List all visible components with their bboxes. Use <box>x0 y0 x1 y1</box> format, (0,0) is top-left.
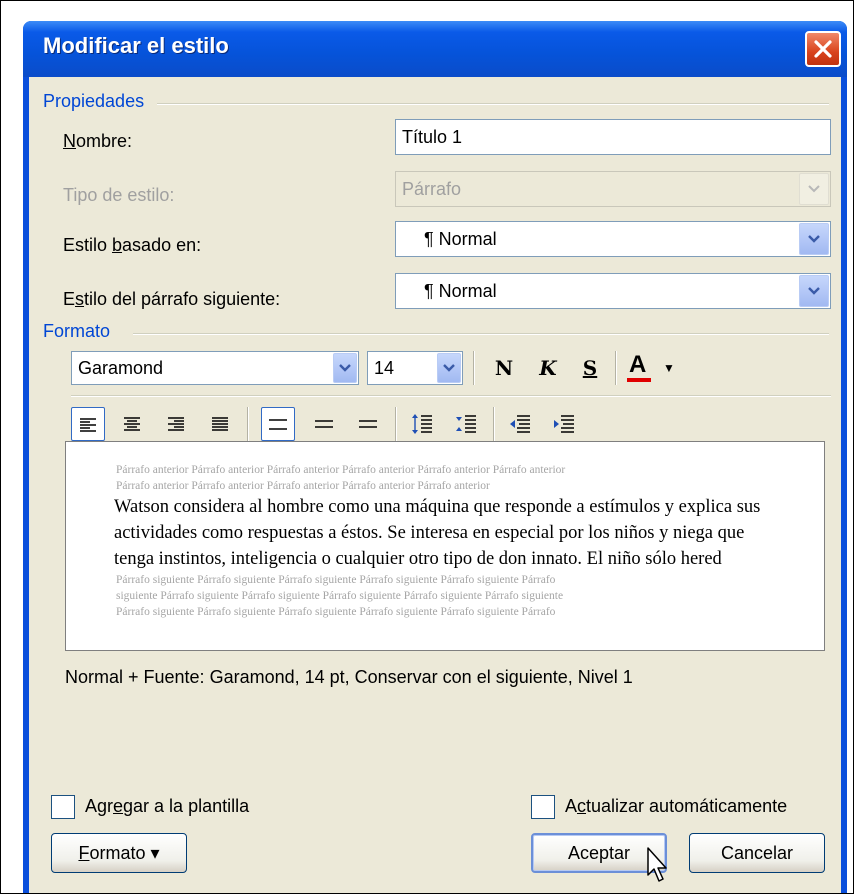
align-right-icon <box>168 417 184 431</box>
cancel-button[interactable]: Cancelar <box>689 833 825 873</box>
double-spacing-button[interactable] <box>351 407 385 441</box>
toolbar-separator <box>395 407 397 441</box>
italic-button[interactable]: K <box>531 351 565 385</box>
close-icon <box>814 40 832 58</box>
chevron-down-icon <box>339 364 351 372</box>
decrease-paragraph-spacing-icon <box>456 415 476 433</box>
font-size-dropdown-button[interactable] <box>437 353 461 383</box>
preview-previous-line: Párrafo anterior Párrafo anterior Párraf… <box>116 480 490 492</box>
font-color-button[interactable]: A ▼ <box>625 351 685 385</box>
decrease-spacing-button[interactable] <box>449 407 483 441</box>
toolbar-separator <box>615 351 617 385</box>
one-half-spacing-button[interactable] <box>307 407 341 441</box>
preview-sample-text: Watson considera al hombre como una máqu… <box>114 497 761 569</box>
single-spacing-icon <box>269 419 287 430</box>
preview-previous-line: Párrafo anterior Párrafo anterior Párraf… <box>116 464 566 476</box>
increase-paragraph-spacing-icon <box>412 414 432 434</box>
preview-next-line: Párrafo siguiente Párrafo siguiente Párr… <box>116 574 556 586</box>
next-paragraph-select[interactable]: ¶ Normal <box>395 273 831 309</box>
based-on-label: Estilo basado en: <box>63 235 202 255</box>
style-description: Normal + Fuente: Garamond, 14 pt, Conser… <box>65 667 633 687</box>
screenshot-frame: Modificar el estilo Propiedades Nombre: … <box>0 0 854 894</box>
single-spacing-button[interactable] <box>261 407 295 441</box>
chevron-down-icon <box>808 185 820 193</box>
format-menu-button[interactable]: Formato ▾ <box>51 833 187 873</box>
add-to-template-label[interactable]: Agregar a la plantilla <box>85 796 249 817</box>
one-half-spacing-icon <box>315 420 333 428</box>
font-select[interactable]: Garamond <box>71 351 359 385</box>
mouse-cursor-icon <box>647 847 667 882</box>
double-spacing-icon <box>359 420 377 428</box>
justify-icon <box>212 417 228 431</box>
font-color-icon: A <box>629 351 647 378</box>
dialog-title: Modificar el estilo <box>43 33 229 58</box>
align-center-icon <box>124 417 140 431</box>
title-bar[interactable]: Modificar el estilo <box>23 21 847 77</box>
align-center-button[interactable] <box>115 407 149 441</box>
decrease-indent-icon <box>510 415 530 433</box>
underline-button[interactable]: S <box>573 351 607 385</box>
preview-next-line: siguiente Párrafo siguiente Párrafo sigu… <box>116 590 564 602</box>
auto-update-label[interactable]: Actualizar automáticamente <box>565 796 787 817</box>
style-type-select: Párrafo <box>395 171 831 207</box>
dropdown-arrow-icon: ▼ <box>663 361 675 375</box>
toolbar-row-divider <box>71 395 831 397</box>
properties-divider <box>157 103 829 105</box>
toolbar-separator <box>493 407 495 441</box>
dropdown-arrow-icon: ▾ <box>150 843 160 863</box>
close-button[interactable] <box>805 31 841 67</box>
font-dropdown-button[interactable] <box>333 353 357 383</box>
auto-update-checkbox[interactable] <box>531 795 555 819</box>
chevron-down-icon <box>808 287 820 295</box>
font-size-select[interactable]: 14 <box>367 351 463 385</box>
name-input[interactable]: Título 1 <box>395 119 831 155</box>
format-group-label: Formato <box>43 321 111 341</box>
increase-spacing-button[interactable] <box>405 407 439 441</box>
format-divider <box>133 333 829 335</box>
preview-next-line: Párrafo siguiente Párrafo siguiente Párr… <box>116 606 556 618</box>
based-on-select[interactable]: ¶ Normal <box>395 221 831 257</box>
style-type-label: Tipo de estilo: <box>63 185 175 205</box>
next-paragraph-value: ¶ Normal <box>424 281 497 301</box>
name-label: Nombre: <box>63 131 133 151</box>
based-on-value: ¶ Normal <box>424 229 497 249</box>
next-paragraph-dropdown-button[interactable] <box>799 275 829 307</box>
properties-group-label: Propiedades <box>43 91 145 111</box>
increase-indent-button[interactable] <box>547 407 581 441</box>
decrease-indent-button[interactable] <box>503 407 537 441</box>
chevron-down-icon <box>443 364 455 372</box>
chevron-down-icon <box>808 235 820 243</box>
align-right-button[interactable] <box>159 407 193 441</box>
font-color-swatch <box>627 378 651 382</box>
based-on-dropdown-button[interactable] <box>799 223 829 255</box>
next-paragraph-label: Estilo del párrafo siguiente: <box>63 289 281 309</box>
align-left-button[interactable] <box>71 407 105 441</box>
increase-indent-icon <box>554 415 574 433</box>
toolbar-separator <box>473 351 475 385</box>
bold-button[interactable]: N <box>487 351 521 385</box>
style-preview: Párrafo anterior Párrafo anterior Párraf… <box>65 441 825 651</box>
align-left-icon <box>80 418 96 432</box>
style-type-dropdown-button <box>799 173 829 205</box>
toolbar-separator <box>247 407 249 441</box>
justify-button[interactable] <box>203 407 237 441</box>
add-to-template-checkbox[interactable] <box>51 795 75 819</box>
